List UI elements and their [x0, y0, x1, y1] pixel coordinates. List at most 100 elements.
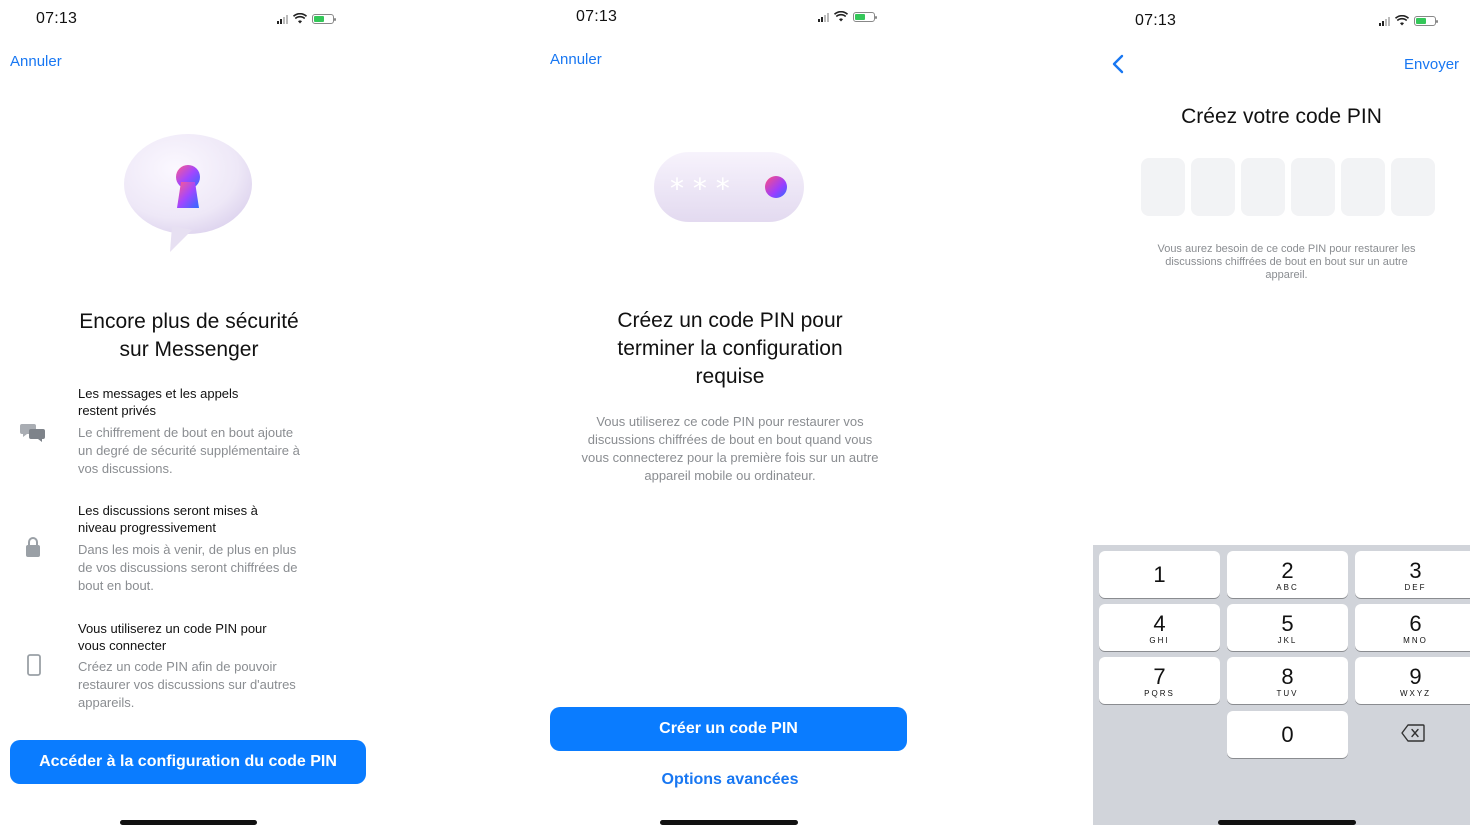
status-icons	[818, 11, 877, 22]
key-digit: 7	[1153, 664, 1166, 689]
pin-entry-title: Créez votre code PIN	[1181, 105, 1382, 128]
key-letters: JKL	[1277, 636, 1298, 645]
cancel-button[interactable]: Annuler	[550, 51, 602, 68]
feature-title-line: Les discussions seront mises à	[78, 503, 258, 518]
keypad-key-2[interactable]: 2 ABC	[1227, 551, 1348, 598]
pin-digit-box[interactable]	[1141, 158, 1185, 216]
keypad-key-7[interactable]: 7 PQRS	[1099, 657, 1220, 704]
pin-digit-box[interactable]	[1241, 158, 1285, 216]
status-time: 07:13	[1135, 12, 1177, 29]
feature-desc-line: de vos discussions seront chiffrées de	[78, 560, 298, 575]
create-pin-title: Créez un code PIN pour terminer la confi…	[540, 307, 920, 391]
intro-screen: 07:13 Annuler Encore plus de sécurité su…	[0, 0, 378, 825]
key-digit: 9	[1409, 664, 1422, 689]
feature-desc-line: un degré de sécurité supplémentaire à	[78, 443, 300, 458]
signal-icon	[1379, 16, 1390, 26]
desc-line: Vous aurez besoin de ce code PIN pour re…	[1157, 243, 1416, 255]
key-letters: ABC	[1276, 583, 1299, 592]
keypad-key-4[interactable]: 4 GHI	[1099, 604, 1220, 651]
cancel-button[interactable]: Annuler	[10, 53, 62, 70]
send-button[interactable]: Envoyer	[1404, 56, 1459, 73]
desc-line: vous connecterez pour la première fois s…	[581, 450, 879, 465]
wifi-icon	[1395, 15, 1409, 26]
desc-line: appareil mobile ou ordinateur.	[644, 468, 816, 483]
key-digit: 3	[1409, 558, 1422, 583]
feature-description: Dans les mois à venir, de plus en plus d…	[78, 541, 348, 595]
backspace-key[interactable]	[1352, 711, 1470, 758]
pin-digit-box[interactable]	[1191, 158, 1235, 216]
feature-title-line: restent privés	[78, 403, 157, 418]
key-letters: DEF	[1404, 583, 1427, 592]
create-pin-button[interactable]: Créer un code PIN	[550, 707, 907, 751]
feature-title-line: niveau progressivement	[78, 520, 217, 535]
advanced-options-link[interactable]: Options avancées	[540, 771, 920, 789]
feature-title-line: Les messages et les appels	[78, 386, 239, 401]
key-letters: TUV	[1276, 689, 1299, 698]
desc-line: Vous utiliserez ce code PIN pour restaur…	[596, 414, 864, 429]
status-time: 07:13	[36, 10, 78, 27]
feature-upgrade: Les discussions seront mises à niveau pr…	[20, 502, 348, 602]
key-digit: 8	[1281, 664, 1294, 689]
feature-title-line: Vous utiliserez un code PIN pour	[78, 621, 267, 636]
home-indicator	[660, 820, 798, 825]
svg-text:* * *: * * *	[670, 172, 730, 205]
wifi-icon	[834, 11, 848, 22]
feature-title: Les messages et les appels restent privé…	[78, 385, 328, 419]
status-time: 07:13	[576, 8, 618, 25]
key-digit: 2	[1281, 558, 1294, 583]
keypad-key-8[interactable]: 8 TUV	[1227, 657, 1348, 704]
numeric-keypad: 1 2 ABC 3 DEF 4 GHI 5 JKL 6 MNO 7 PQRS 8 TUV 9 WXYZ 0	[1093, 545, 1470, 825]
feature-private: Les messages et les appels restent privé…	[20, 384, 348, 484]
keypad-key-6[interactable]: 6 MNO	[1355, 604, 1470, 651]
home-indicator	[1218, 820, 1356, 825]
status-icons	[1379, 15, 1438, 26]
signal-icon	[818, 12, 829, 22]
feature-desc-line: vos discussions.	[78, 461, 173, 476]
chat-bubbles-icon	[20, 424, 45, 442]
keypad-key-1[interactable]: 1	[1099, 551, 1220, 598]
keypad-key-3[interactable]: 3 DEF	[1355, 551, 1470, 598]
feature-title: Vous utiliserez un code PIN pour vous co…	[78, 620, 328, 654]
backspace-icon	[1400, 724, 1425, 742]
key-letters: GHI	[1149, 636, 1170, 645]
key-digit: 5	[1281, 611, 1294, 636]
phone-icon	[27, 654, 41, 676]
feature-title-line: vous connecter	[78, 638, 167, 653]
create-pin-intro-screen: 07:13 Annuler * * * Créez un code PIN po…	[540, 0, 920, 825]
wifi-icon	[293, 13, 307, 24]
feature-desc-line: restaurer vos discussions sur d'autres	[78, 677, 296, 692]
desc-line: discussions chiffrées de bout en bout qu…	[587, 432, 873, 447]
key-letters: MNO	[1403, 636, 1428, 645]
signal-icon	[277, 14, 288, 24]
intro-title-line2: sur Messenger	[119, 338, 259, 361]
keypad-key-0[interactable]: 0	[1227, 711, 1348, 758]
feature-desc-line: appareils.	[78, 695, 135, 710]
lock-icon	[26, 537, 40, 557]
pin-entry-description: Vous aurez besoin de ce code PIN pour re…	[1123, 243, 1450, 282]
feature-title: Les discussions seront mises à niveau pr…	[78, 502, 328, 536]
intro-title: Encore plus de sécurité sur Messenger	[0, 308, 378, 364]
chevron-left-icon[interactable]	[1111, 54, 1125, 74]
home-indicator	[120, 820, 257, 825]
keyhole-bubble-icon	[124, 134, 252, 252]
key-digit: 4	[1153, 611, 1166, 636]
feature-description: Créez un code PIN afin de pouvoir restau…	[78, 658, 348, 712]
keypad-key-5[interactable]: 5 JKL	[1227, 604, 1348, 651]
battery-icon	[853, 11, 877, 22]
desc-line: appareil.	[1265, 269, 1308, 281]
pin-digit-box[interactable]	[1291, 158, 1335, 216]
pin-digit-box[interactable]	[1391, 158, 1435, 216]
pin-dots-icon: * * *	[654, 152, 804, 222]
key-letters: PQRS	[1144, 689, 1175, 698]
desc-line: discussions chiffrées de bout en bout su…	[1165, 256, 1408, 268]
create-pin-description: Vous utiliserez ce code PIN pour restaur…	[540, 413, 920, 485]
feature-description: Le chiffrement de bout en bout ajoute un…	[78, 424, 348, 478]
intro-title-line1: Encore plus de sécurité	[79, 310, 299, 333]
feature-desc-line: Créez un code PIN afin de pouvoir	[78, 659, 277, 674]
feature-desc-line: Dans les mois à venir, de plus en plus	[78, 542, 297, 557]
pin-setup-button[interactable]: Accéder à la configuration du code PIN	[10, 740, 366, 784]
battery-icon	[1414, 15, 1438, 26]
keypad-key-9[interactable]: 9 WXYZ	[1355, 657, 1470, 704]
pin-digit-box[interactable]	[1341, 158, 1385, 216]
feature-pin: Vous utiliserez un code PIN pour vous co…	[20, 620, 348, 720]
